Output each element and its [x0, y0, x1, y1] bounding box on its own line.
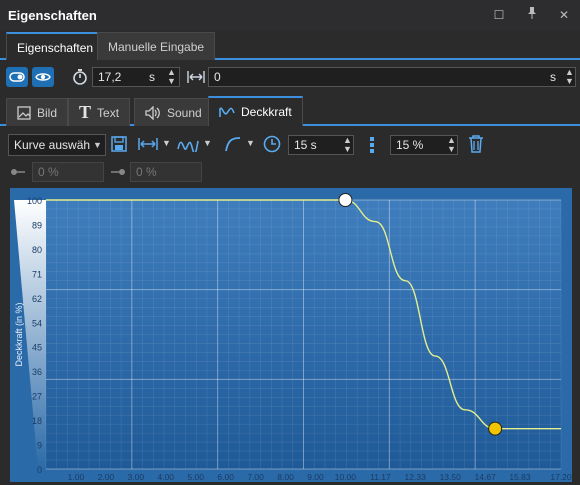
easing-dropdown-icon[interactable]: ▼	[246, 138, 255, 148]
close-icon[interactable]: ✕	[555, 6, 573, 24]
y-tick-label: 89	[32, 220, 42, 230]
y-tick-label: 71	[32, 269, 42, 279]
tab-bild[interactable]: Bild	[6, 98, 69, 126]
x-tick-label: 6.00	[217, 472, 234, 482]
x-tick-label: 5.00	[187, 472, 204, 482]
y-tick-label: 0	[37, 465, 42, 475]
time-stepper[interactable]: ▲ ▼	[343, 136, 352, 154]
width-arrows-icon	[187, 70, 205, 87]
tab-text[interactable]: T Text	[68, 98, 131, 126]
duration-input[interactable]: 17,2 s ▲ ▼	[92, 67, 180, 87]
y-axis-label: Deckkraft (in %)	[14, 302, 24, 366]
offset-stepper[interactable]: ▲ ▼	[565, 68, 574, 86]
x-tick-label: 12.33	[405, 472, 427, 482]
tab-bild-label: Bild	[37, 105, 58, 120]
x-tick-label: 2.00	[98, 472, 115, 482]
x-tick-label: 9.00	[307, 472, 324, 482]
percent-input[interactable]: 15 % ▲ ▼	[390, 135, 458, 155]
time-input[interactable]: 15 s ▲ ▼	[288, 135, 354, 155]
keyframe-handle-row: 0 % 0 %	[0, 160, 580, 184]
keyframe-start[interactable]	[338, 193, 353, 207]
trash-icon[interactable]	[468, 135, 484, 156]
y-tick-label: 45	[32, 343, 42, 353]
curve-toolbar: Kurve auswäh ▼ ▼ ▼ ▼ 15 s ▲ ▼ 15 % ▲ ▼	[0, 132, 580, 158]
x-tick-label: 4.00	[157, 472, 174, 482]
window-title: Eigenschaften	[8, 8, 97, 23]
vertical-dots-icon	[369, 136, 375, 157]
stretch-icon[interactable]	[138, 137, 158, 154]
tab-deckkraft[interactable]: Deckkraft	[208, 96, 303, 126]
timing-row: 17,2 s ▲ ▼ 0 s ▲ ▼	[0, 62, 580, 92]
pin-icon[interactable]	[523, 6, 541, 24]
y-tick-label: 18	[32, 416, 42, 426]
save-icon[interactable]	[111, 136, 127, 155]
handle-in-input: 0 %	[32, 162, 104, 182]
tab-text-label: Text	[97, 105, 120, 120]
handle-out-input: 0 %	[130, 162, 202, 182]
toggle-visible-icon[interactable]	[6, 67, 28, 87]
title-bar: Eigenschaften ☐ ✕	[0, 0, 580, 30]
x-tick-label: 15.83	[509, 472, 531, 482]
handle-in-icon	[10, 166, 26, 180]
text-icon: T	[79, 102, 92, 122]
x-tick-label: 17.20	[550, 472, 572, 482]
x-tick-label: 13.50	[440, 472, 462, 482]
speaker-icon	[145, 105, 160, 120]
tab-sound-label: Sound	[167, 105, 202, 120]
x-tick-label: 10.00	[335, 472, 357, 482]
opacity-curve-chart[interactable]: 100 89 80 71 62 54 45 36 27 18 9 0 1.00 2.00 3.00 4.00 5…	[10, 188, 572, 482]
y-tick-label: 100	[27, 196, 42, 206]
y-tick-label: 36	[32, 367, 42, 377]
keyframe-end[interactable]	[488, 421, 503, 436]
eye-icon[interactable]	[32, 67, 54, 87]
tab-deckkraft-label: Deckkraft	[241, 105, 292, 119]
offset-input[interactable]: 0 s ▲ ▼	[208, 67, 576, 87]
stopwatch-icon	[72, 68, 88, 89]
maximize-icon[interactable]: ☐	[490, 6, 508, 24]
top-tab-bar: Eigenschaften Manuelle Eingabe	[0, 30, 580, 60]
tab-eigenschaften[interactable]: Eigenschaften	[6, 32, 105, 60]
handle-out-icon	[110, 166, 126, 180]
chevron-down-icon: ▼	[93, 140, 102, 150]
wave-dropdown-icon[interactable]: ▼	[203, 138, 212, 148]
x-tick-label: 11.17	[370, 472, 391, 482]
tab-sound[interactable]: Sound	[134, 98, 213, 126]
x-tick-label: 1.00	[68, 472, 85, 482]
duration-stepper[interactable]: ▲ ▼	[167, 68, 176, 86]
wave-curve-icon[interactable]	[177, 136, 199, 155]
y-tick-label: 27	[32, 392, 42, 402]
clock-icon	[263, 135, 281, 156]
opacity-wave-icon	[219, 107, 235, 117]
y-tick-label: 62	[32, 294, 42, 304]
offset-unit: s	[550, 70, 556, 84]
x-tick-label: 3.00	[128, 472, 145, 482]
stretch-dropdown-icon[interactable]: ▼	[162, 138, 171, 148]
y-tick-label: 80	[32, 245, 42, 255]
x-tick-label: 14.67	[475, 472, 497, 482]
image-icon	[17, 105, 31, 120]
y-tick-label: 9	[37, 441, 42, 451]
duration-unit: s	[149, 70, 155, 84]
curve-select[interactable]: Kurve auswäh ▼	[8, 134, 106, 156]
easing-curve-icon[interactable]	[224, 136, 242, 155]
y-tick-label: 54	[32, 318, 42, 328]
tab-manuelle-eingabe[interactable]: Manuelle Eingabe	[97, 32, 216, 60]
percent-stepper[interactable]: ▲ ▼	[447, 136, 456, 154]
chart-svg[interactable]: 100 89 80 71 62 54 45 36 27 18 9 0 1.00 2.00 3.00 4.00 5…	[10, 188, 572, 482]
x-tick-label: 7.00	[247, 472, 264, 482]
property-tab-bar: Bild T Text Sound Deckkraft	[0, 96, 580, 126]
x-tick-label: 8.00	[277, 472, 294, 482]
